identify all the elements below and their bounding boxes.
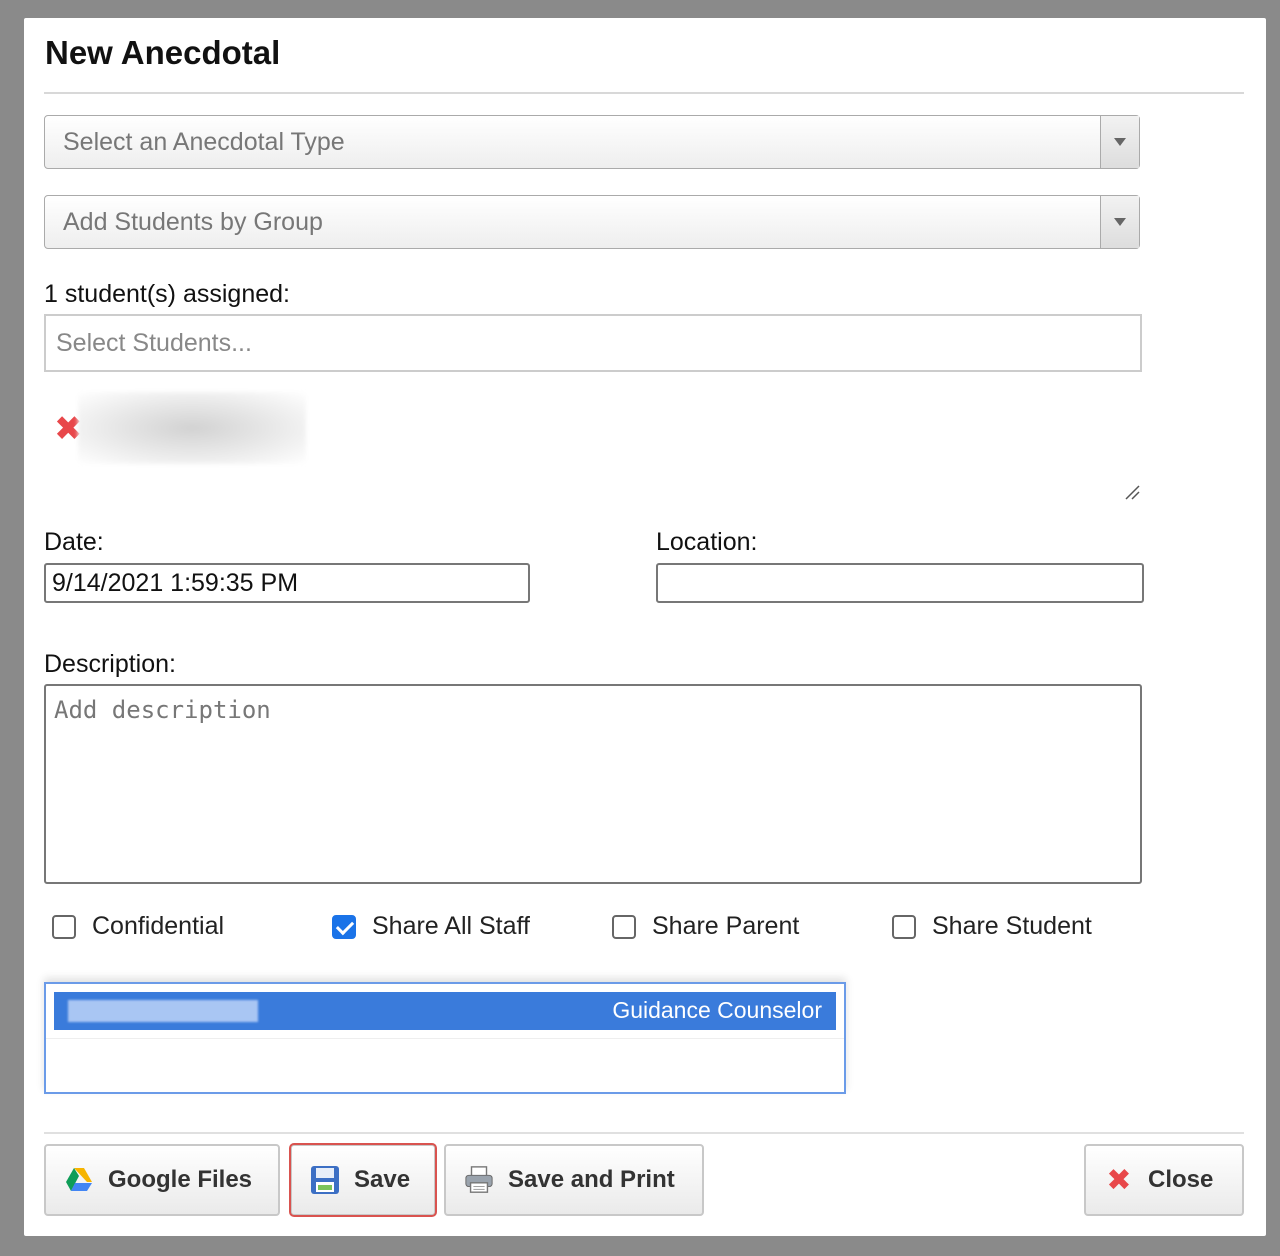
confidential-option[interactable]: Confidential <box>52 912 224 941</box>
printer-icon <box>464 1165 494 1195</box>
confidential-label: Confidential <box>92 912 225 940</box>
staff-role-label: Guidance Counselor <box>612 997 822 1023</box>
close-label: Close <box>1148 1166 1214 1193</box>
students-assigned-label: 1 student(s) assigned: <box>44 280 290 308</box>
share-student-checkbox[interactable] <box>892 914 916 939</box>
redacted-student-name <box>78 392 306 464</box>
save-button[interactable]: Save <box>289 1143 437 1217</box>
share-parent-option[interactable]: Share Parent <box>612 912 799 941</box>
share-student-label: Share Student <box>932 912 1092 940</box>
location-label: Location: <box>656 528 758 556</box>
group-select-placeholder: Add Students by Group <box>63 208 323 236</box>
save-label: Save <box>354 1166 411 1193</box>
share-parent-checkbox[interactable] <box>612 914 636 939</box>
chevron-down-icon[interactable] <box>1100 196 1139 248</box>
anecdotal-type-placeholder: Select an Anecdotal Type <box>63 128 345 156</box>
dialog-title: New Anecdotal <box>45 34 281 71</box>
save-and-print-label: Save and Print <box>508 1166 675 1193</box>
location-input[interactable] <box>656 563 1144 603</box>
anecdotal-type-select[interactable]: Select an Anecdotal Type <box>44 115 1140 169</box>
close-icon: ✖ <box>1106 1163 1132 1197</box>
google-drive-icon <box>64 1165 94 1195</box>
share-all-staff-label: Share All Staff <box>372 912 530 940</box>
assigned-student-chip: ✖ <box>54 392 314 464</box>
share-parent-label: Share Parent <box>652 912 800 940</box>
close-button[interactable]: ✖ Close <box>1084 1144 1244 1216</box>
description-textarea[interactable] <box>44 684 1142 884</box>
share-all-staff-checkbox[interactable] <box>332 914 356 939</box>
confidential-checkbox[interactable] <box>52 914 76 939</box>
share-all-staff-option[interactable]: Share All Staff <box>332 912 530 941</box>
google-files-button[interactable]: Google Files <box>44 1144 280 1216</box>
date-label: Date: <box>44 528 104 556</box>
save-and-print-button[interactable]: Save and Print <box>444 1144 704 1216</box>
staff-list-item-selected[interactable]: Guidance Counselor <box>54 992 836 1030</box>
staff-listbox[interactable]: Guidance Counselor <box>44 982 846 1094</box>
list-divider <box>46 1038 844 1039</box>
redacted-staff-name <box>68 1000 258 1022</box>
select-students-input[interactable] <box>44 314 1142 372</box>
chevron-down-icon[interactable] <box>1100 116 1139 168</box>
description-label: Description: <box>44 650 176 678</box>
google-files-label: Google Files <box>108 1166 253 1193</box>
date-input[interactable] <box>44 563 530 603</box>
new-anecdotal-dialog: New Anecdotal Select an Anecdotal Type A… <box>24 18 1266 1236</box>
footer-divider <box>44 1132 1244 1134</box>
title-divider <box>44 92 1244 94</box>
share-student-option[interactable]: Share Student <box>892 912 1092 941</box>
floppy-disk-icon <box>310 1165 340 1195</box>
resize-grip-icon[interactable] <box>1124 484 1140 500</box>
group-select[interactable]: Add Students by Group <box>44 195 1140 249</box>
